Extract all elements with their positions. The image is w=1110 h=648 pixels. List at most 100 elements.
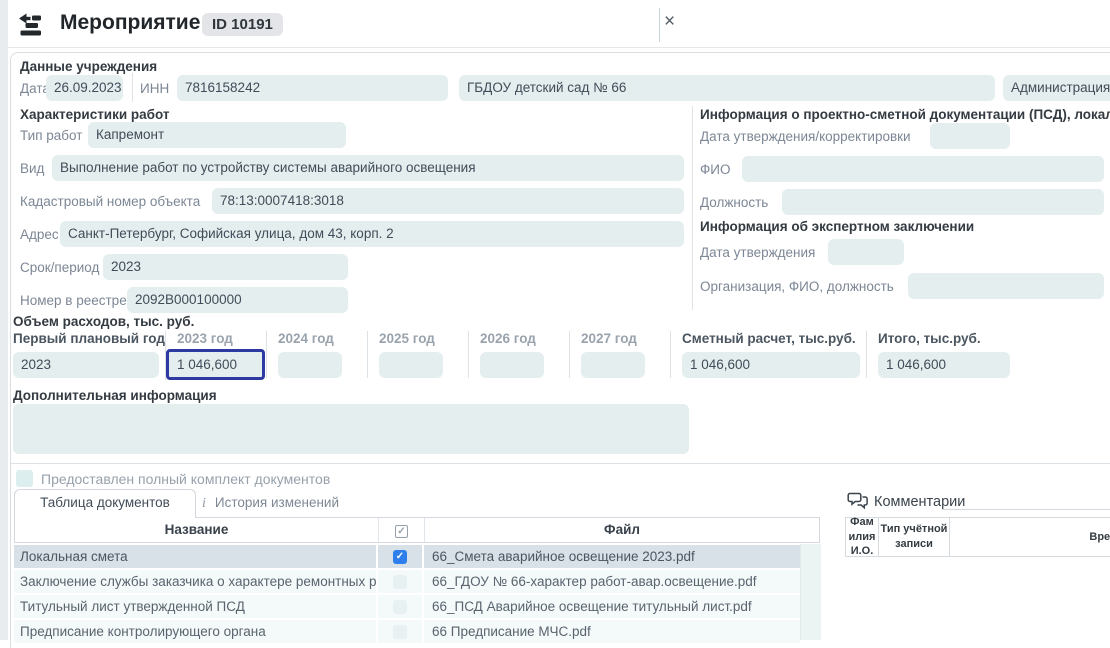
document-file-cell: 66_Смета аварийное освещение 2023.pdf [424, 545, 800, 568]
expense-column: 2025 год [367, 331, 468, 378]
expert-org-label: Организация, ФИО, должность [700, 279, 894, 294]
document-checkbox-cell: ✓ [378, 545, 424, 568]
comments-table-header: Фамилия И.О.Тип учётной записиВремя [845, 517, 1110, 557]
expert-approval-date-label: Дата утверждения [700, 245, 815, 260]
checkbox-unchecked[interactable] [393, 575, 407, 589]
expense-column: 2023 год 1 046,600 [165, 331, 266, 380]
expense-column-label: 2027 год [581, 331, 670, 347]
checkbox-unchecked[interactable] [393, 600, 407, 614]
expense-input-focused[interactable]: 1 046,600 [166, 349, 265, 380]
registry-number-label: Номер в реестре [20, 293, 127, 308]
expense-input[interactable]: 1 046,600 [682, 352, 860, 378]
address-input[interactable]: Санкт-Петербург, Софийская улица, дом 43… [60, 221, 684, 247]
info-icon: i [202, 496, 206, 511]
column-header-file[interactable]: Файл [425, 518, 819, 542]
expert-approval-date-input[interactable] [828, 239, 904, 265]
table-row[interactable]: Локальная смета ✓ 66_Смета аварийное освещ… [14, 545, 800, 568]
documents-complete-checkbox[interactable] [16, 470, 33, 487]
app-header: Мероприятие ID 10191 [8, 0, 1110, 48]
cadastre-label: Кадастровый номер объекта [20, 194, 200, 209]
expense-input[interactable]: 2023 [13, 352, 159, 378]
expense-column-label: 2025 год [379, 331, 468, 347]
work-kind-label: Вид [20, 161, 44, 176]
documents-complete-label: Предоставлен полный комплект документов [41, 471, 330, 487]
divider [132, 73, 133, 102]
work-type-label: Тип работ [20, 128, 82, 143]
table-row[interactable]: Титульный лист утвержденной ПСД 66_ПСД Ав… [14, 595, 800, 618]
app-window: { "header": { "title": "Мероприятие", "i… [0, 0, 1110, 640]
document-checkbox-cell [378, 570, 424, 593]
registry-number-input[interactable]: 2092B000100000 [127, 287, 348, 313]
checkbox-checked[interactable]: ✓ [393, 550, 407, 564]
section-divider [11, 463, 1110, 464]
date-input[interactable]: 26.09.2023 [46, 75, 123, 101]
expense-input[interactable] [581, 352, 645, 378]
tab-change-history-label: История изменений [215, 495, 339, 510]
comments-column-header: Фамилия И.О. [846, 518, 879, 556]
tab-change-history[interactable]: i История изменений [202, 489, 339, 516]
column-header-checkbox[interactable]: ✓ [379, 518, 425, 542]
checkbox-column-icon: ✓ [395, 525, 408, 538]
cadastre-input[interactable]: 78:13:0007418:3018 [212, 188, 684, 214]
comments-title: Комментарии [874, 494, 965, 510]
period-input[interactable]: 2023 [103, 254, 348, 280]
section-psd-info: Информация о проектно-сметной документац… [700, 107, 1110, 122]
section-expert-opinion: Информация об экспертном заключении [700, 219, 974, 234]
expense-input[interactable] [379, 352, 443, 378]
work-kind-input[interactable]: Выполнение работ по устройству системы а… [52, 155, 684, 181]
divider [942, 509, 1110, 510]
expense-column-label: Итого, тыс.руб. [878, 331, 1014, 347]
page-left-gutter [0, 0, 8, 640]
divider [659, 8, 660, 42]
work-type-input[interactable]: Капремонт [88, 122, 346, 148]
expense-column-label: 2023 год [177, 331, 266, 347]
document-file-cell: 66_ПСД Аварийное освещение титульный лис… [424, 595, 800, 618]
expense-column: 2024 год [266, 331, 367, 378]
expense-input[interactable] [480, 352, 544, 378]
document-name-cell: Титульный лист утвержденной ПСД [14, 595, 378, 618]
comments-column-header: Тип учётной записи [879, 518, 950, 556]
record-id-badge: ID 10191 [202, 13, 283, 36]
document-name-cell: Заключение службы заказчика о характере … [14, 570, 378, 593]
tab-documents-table[interactable]: Таблица документов [14, 489, 196, 518]
table-row[interactable]: Заключение службы заказчика о характере … [14, 570, 800, 593]
document-file-cell: 66_ГДОУ № 66-характер работ-авар.освещен… [424, 570, 800, 593]
expense-column: Сметный расчет, тыс.руб.1 046,600 [670, 331, 866, 378]
back-to-list-icon[interactable] [18, 11, 44, 37]
expense-column-label: Первый плановый год [13, 331, 165, 347]
section-institution-data: Данные учреждения [20, 59, 157, 74]
section-expenses: Объем расходов, тыс. руб. [13, 314, 194, 329]
expense-column: Итого, тыс.руб. 1 046,600 [866, 331, 1014, 378]
expense-column-label: 2026 год [480, 331, 569, 347]
table-scrollbar[interactable] [800, 544, 821, 640]
expense-column: 2026 год [468, 331, 569, 378]
psd-fio-label: ФИО [700, 162, 730, 177]
psd-position-input[interactable] [782, 189, 1104, 215]
psd-approval-date-label: Дата утверждения/корректировки [700, 129, 911, 144]
psd-approval-date-input[interactable] [930, 123, 1010, 149]
documents-table-header: Название ✓ Файл [14, 517, 820, 543]
page-title: Мероприятие [60, 11, 200, 35]
expense-column-label: 2024 год [278, 331, 367, 347]
column-divider [692, 106, 693, 310]
column-header-name[interactable]: Название [15, 518, 379, 542]
psd-fio-input[interactable] [742, 156, 1104, 182]
inn-label: ИНН [140, 81, 169, 96]
document-name-cell: Локальная смета [14, 545, 378, 568]
checkbox-unchecked[interactable] [393, 625, 407, 639]
expense-input[interactable] [278, 352, 342, 378]
section-work-characteristics: Характеристики работ [20, 107, 170, 122]
administration-input[interactable]: Администрация [1003, 75, 1110, 101]
expense-input[interactable]: 1 046,600 [878, 352, 1010, 378]
documents-table-body: Локальная смета ✓ 66_Смета аварийное освещ… [14, 545, 800, 645]
clear-icon[interactable]: × [664, 11, 675, 33]
section-additional-info: Дополнительная информация [13, 388, 217, 403]
expense-column: Первый плановый год 2023 [13, 331, 165, 378]
institution-name-input[interactable]: ГБДОУ детский сад № 66 [459, 75, 995, 101]
inn-input[interactable]: 7816158242 [177, 75, 448, 101]
comments-icon [847, 492, 869, 510]
expert-org-input[interactable] [908, 273, 1104, 299]
document-checkbox-cell [378, 595, 424, 618]
address-label: Адрес [20, 227, 59, 242]
additional-info-textarea[interactable] [13, 404, 689, 454]
